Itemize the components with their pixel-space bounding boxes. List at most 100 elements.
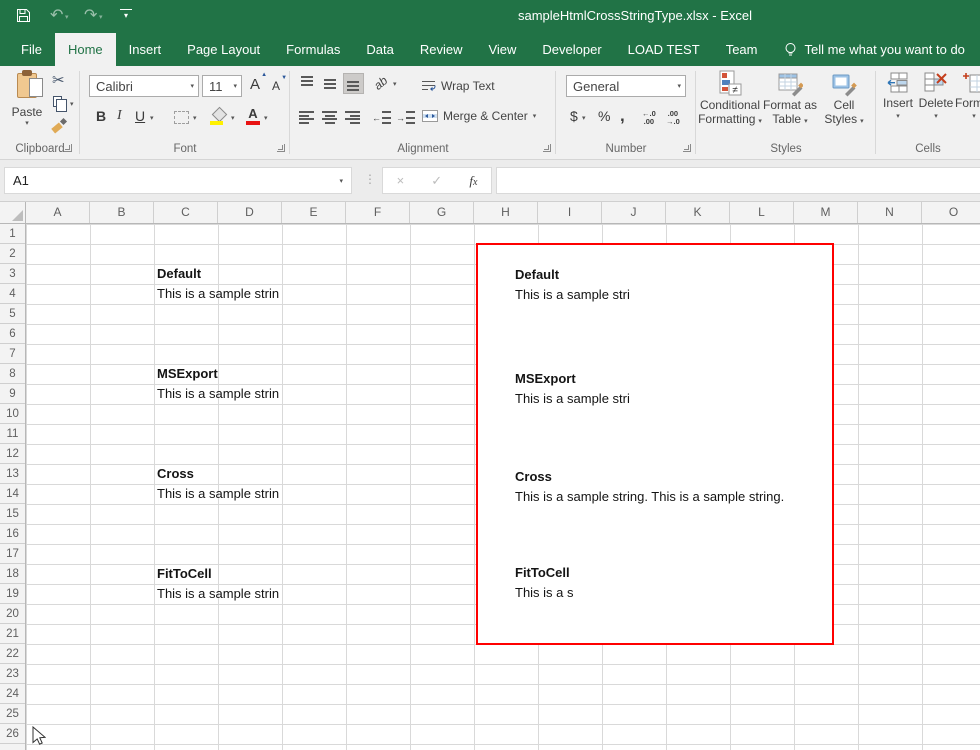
row-header[interactable]: 12	[0, 444, 25, 464]
conditional-formatting-button[interactable]: ≠ Conditional Formatting▾	[698, 70, 762, 129]
tab-formulas[interactable]: Formulas	[273, 33, 353, 66]
column-header[interactable]: A	[26, 202, 90, 223]
orientation-button[interactable]: ab	[374, 76, 387, 90]
cancel-icon[interactable]: ×	[397, 173, 405, 188]
customize-qat-icon[interactable]: ▾	[120, 9, 132, 19]
preview-image-overlay[interactable]: Default This is a sample stri MSExport T…	[476, 243, 834, 645]
tab-home[interactable]: Home	[55, 33, 116, 66]
row-header[interactable]: 13	[0, 464, 25, 484]
row-header[interactable]: 3	[0, 264, 25, 284]
tab-data[interactable]: Data	[353, 33, 406, 66]
cell-C18[interactable]: FitToCell	[157, 564, 284, 584]
row-header[interactable]: 8	[0, 364, 25, 384]
underline-button[interactable]: U	[135, 108, 145, 124]
name-box[interactable]: A1 ▾	[4, 167, 352, 194]
number-format-dropdown-icon[interactable]: ▾	[677, 82, 681, 90]
font-size-combo[interactable]: 11 ▾	[202, 75, 242, 97]
row-header[interactable]: 18	[0, 564, 25, 584]
cells-area[interactable]: Default This is a sample strin MSExport …	[26, 224, 980, 750]
save-icon[interactable]	[16, 8, 31, 23]
format-dropdown-icon[interactable]: ▾	[972, 112, 976, 120]
formula-input[interactable]	[496, 167, 980, 194]
font-name-dropdown-icon[interactable]: ▾	[190, 82, 194, 90]
merge-center-dropdown-icon[interactable]: ▾	[533, 112, 537, 120]
cell-C14[interactable]: This is a sample strin	[157, 484, 284, 504]
insert-dropdown-icon[interactable]: ▾	[896, 112, 900, 120]
paste-button[interactable]: Paste ▾	[6, 69, 48, 141]
format-painter-icon[interactable]	[52, 118, 67, 133]
column-header[interactable]: H	[474, 202, 538, 223]
number-format-combo[interactable]: General ▾	[566, 75, 686, 97]
tab-view[interactable]: View	[475, 33, 529, 66]
cell-C8[interactable]: MSExport	[157, 364, 284, 384]
clipboard-dialog-launcher-icon[interactable]	[64, 144, 72, 152]
column-header[interactable]: G	[410, 202, 474, 223]
redo-icon[interactable]: ↷	[84, 5, 97, 25]
cut-icon[interactable]: ✂	[52, 71, 65, 89]
enter-icon[interactable]: ✓	[431, 173, 442, 189]
copy-icon[interactable]	[53, 96, 62, 107]
row-header[interactable]: 15	[0, 504, 25, 524]
tab-team[interactable]: Team	[713, 33, 771, 66]
row-header[interactable]: 1	[0, 224, 25, 244]
row-header[interactable]: 17	[0, 544, 25, 564]
cell-C19[interactable]: This is a sample strin	[157, 584, 284, 604]
underline-dropdown-icon[interactable]: ▾	[150, 114, 154, 122]
borders-dropdown-icon[interactable]: ▾	[193, 114, 197, 122]
tab-load-test[interactable]: LOAD TEST	[615, 33, 713, 66]
row-header[interactable]: 23	[0, 664, 25, 684]
borders-icon[interactable]	[174, 111, 189, 124]
row-header[interactable]: 21	[0, 624, 25, 644]
name-box-dropdown-icon[interactable]: ▾	[339, 177, 343, 185]
insert-cells-button[interactable]: Insert ▾	[880, 72, 916, 120]
orientation-dropdown-icon[interactable]: ▾	[393, 80, 397, 88]
fill-color-dropdown-icon[interactable]: ▾	[231, 114, 235, 122]
comma-style-button[interactable]: ,	[620, 106, 625, 126]
font-dialog-launcher-icon[interactable]	[277, 144, 285, 152]
column-header[interactable]: J	[602, 202, 666, 223]
row-header[interactable]: 9	[0, 384, 25, 404]
format-cells-button[interactable]: Format ▾	[956, 72, 980, 120]
column-header[interactable]: F	[346, 202, 410, 223]
merge-center-button[interactable]: Merge & Center ▾	[422, 109, 536, 123]
align-right-button[interactable]	[345, 110, 360, 125]
bottom-align-button[interactable]	[344, 74, 363, 93]
increase-indent-button[interactable]: →	[396, 110, 415, 125]
font-color-icon[interactable]: A	[246, 108, 260, 125]
alignment-dialog-launcher-icon[interactable]	[543, 144, 551, 152]
increase-decimal-button[interactable]: ←.0.00	[642, 110, 656, 126]
shrink-font-button[interactable]: A▼	[272, 79, 280, 93]
row-header[interactable]: 7	[0, 344, 25, 364]
cell-C4[interactable]: This is a sample strin	[157, 284, 284, 304]
redo-dropdown-icon[interactable]: ▾	[99, 13, 103, 21]
grow-font-button[interactable]: A▲	[250, 76, 260, 93]
cell-C13[interactable]: Cross	[157, 464, 284, 484]
delete-dropdown-icon[interactable]: ▾	[934, 112, 938, 120]
row-header[interactable]: 20	[0, 604, 25, 624]
bold-button[interactable]: B	[96, 108, 106, 124]
number-dialog-launcher-icon[interactable]	[683, 144, 691, 152]
row-header[interactable]: 5	[0, 304, 25, 324]
font-size-dropdown-icon[interactable]: ▾	[233, 82, 237, 90]
font-name-combo[interactable]: Calibri ▾	[89, 75, 199, 97]
column-header[interactable]: K	[666, 202, 730, 223]
tab-page-layout[interactable]: Page Layout	[174, 33, 273, 66]
tell-me-box[interactable]: Tell me what you want to do	[784, 33, 964, 66]
percent-button[interactable]: %	[598, 108, 610, 124]
undo-icon[interactable]: ↶	[50, 5, 63, 25]
column-header[interactable]: I	[538, 202, 602, 223]
tab-file[interactable]: File	[8, 33, 55, 66]
tab-review[interactable]: Review	[407, 33, 476, 66]
row-header[interactable]: 22	[0, 644, 25, 664]
top-align-button[interactable]	[298, 74, 317, 93]
delete-cells-button[interactable]: Delete ▾	[918, 72, 954, 120]
align-center-button[interactable]	[322, 110, 337, 125]
row-header[interactable]: 10	[0, 404, 25, 424]
row-header[interactable]: 16	[0, 524, 25, 544]
row-header[interactable]: 2	[0, 244, 25, 264]
row-header[interactable]: 25	[0, 704, 25, 724]
column-header[interactable]: E	[282, 202, 346, 223]
currency-dropdown-icon[interactable]: ▾	[582, 114, 586, 122]
paste-dropdown-icon[interactable]: ▾	[25, 119, 29, 127]
decrease-indent-button[interactable]: ←	[372, 110, 391, 125]
